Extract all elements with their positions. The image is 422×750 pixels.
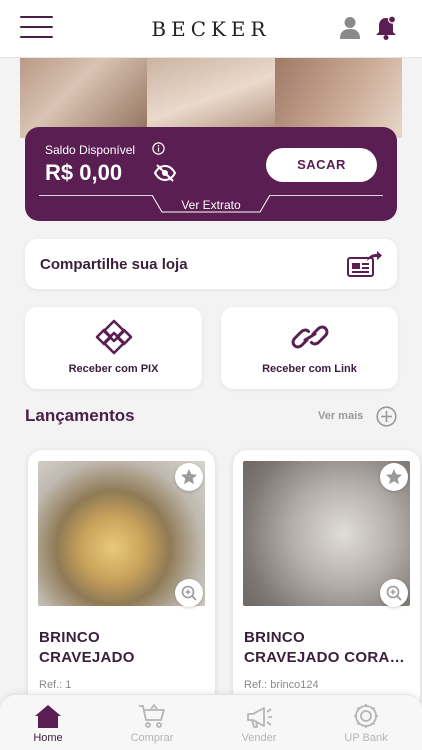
- nav-label: UP Bank: [344, 732, 388, 744]
- product-card[interactable]: BRINCO CRAVEJADO Ref.: 1: [28, 450, 215, 710]
- info-icon[interactable]: [152, 142, 165, 155]
- product-ref: Ref.: 1: [39, 679, 72, 691]
- user-icon[interactable]: [339, 16, 361, 40]
- top-header: BECKER: [0, 0, 422, 58]
- product-name: CRAVEJADO: [39, 649, 135, 666]
- banner-photo: [147, 58, 275, 138]
- share-store-label: Compartilhe sua loja: [40, 256, 188, 273]
- withdraw-button[interactable]: SACAR: [266, 148, 377, 182]
- receive-pix-card[interactable]: Receber com PIX: [25, 307, 202, 389]
- balance-value: R$ 0,00: [45, 160, 123, 185]
- home-icon: [35, 705, 61, 728]
- plus-circle-icon[interactable]: [376, 406, 397, 427]
- balance-label: Saldo Disponível: [45, 143, 136, 157]
- nav-label: Vender: [241, 732, 277, 744]
- link-icon: [291, 325, 328, 349]
- pix-icon: [95, 319, 132, 355]
- product-card[interactable]: BRINCO CRAVEJADO CORAÇÃO Ref.: brinco124: [233, 450, 420, 710]
- view-statement-link[interactable]: Ver Extrato: [152, 198, 270, 212]
- banner-photo: [274, 58, 402, 138]
- bell-icon[interactable]: [374, 15, 398, 41]
- nav-home[interactable]: Home: [8, 703, 88, 744]
- eye-hidden-icon[interactable]: [153, 163, 177, 183]
- receive-link-label: Receber com Link: [262, 363, 357, 375]
- nav-vender[interactable]: Vender: [219, 703, 299, 744]
- balance-card: Saldo Disponível R$ 0,00 SACAR Ver Extra…: [25, 127, 397, 221]
- see-more-link[interactable]: Ver mais: [318, 410, 363, 422]
- promo-banner[interactable]: [20, 58, 402, 138]
- bottom-nav: Home Comprar Vender UP Bank: [0, 694, 422, 750]
- favorite-star-icon[interactable]: [175, 463, 203, 491]
- share-store-icon: [347, 251, 382, 277]
- cart-icon: [139, 704, 165, 728]
- product-name: BRINCO: [244, 629, 305, 646]
- nav-label: Home: [33, 732, 63, 744]
- receive-pix-label: Receber com PIX: [68, 363, 159, 375]
- nav-label: Comprar: [130, 732, 174, 744]
- zoom-in-icon[interactable]: [175, 579, 203, 607]
- nav-comprar[interactable]: Comprar: [112, 703, 192, 744]
- share-store-card[interactable]: Compartilhe sua loja: [25, 239, 397, 289]
- product-ref: Ref.: brinco124: [244, 679, 319, 691]
- product-name: BRINCO: [39, 629, 100, 646]
- banner-photo: [20, 58, 148, 138]
- zoom-in-icon[interactable]: [380, 579, 408, 607]
- product-name: CRAVEJADO CORAÇÃO: [244, 649, 412, 666]
- app-screen: BECKER Saldo Disponível R$ 0,00 SACAR Ve…: [0, 0, 422, 750]
- bank-icon: [354, 704, 378, 728]
- receive-link-card[interactable]: Receber com Link: [221, 307, 398, 389]
- megaphone-icon: [247, 707, 272, 728]
- section-title: Lançamentos: [25, 406, 135, 425]
- favorite-star-icon[interactable]: [380, 463, 408, 491]
- nav-upbank[interactable]: UP Bank: [326, 703, 406, 744]
